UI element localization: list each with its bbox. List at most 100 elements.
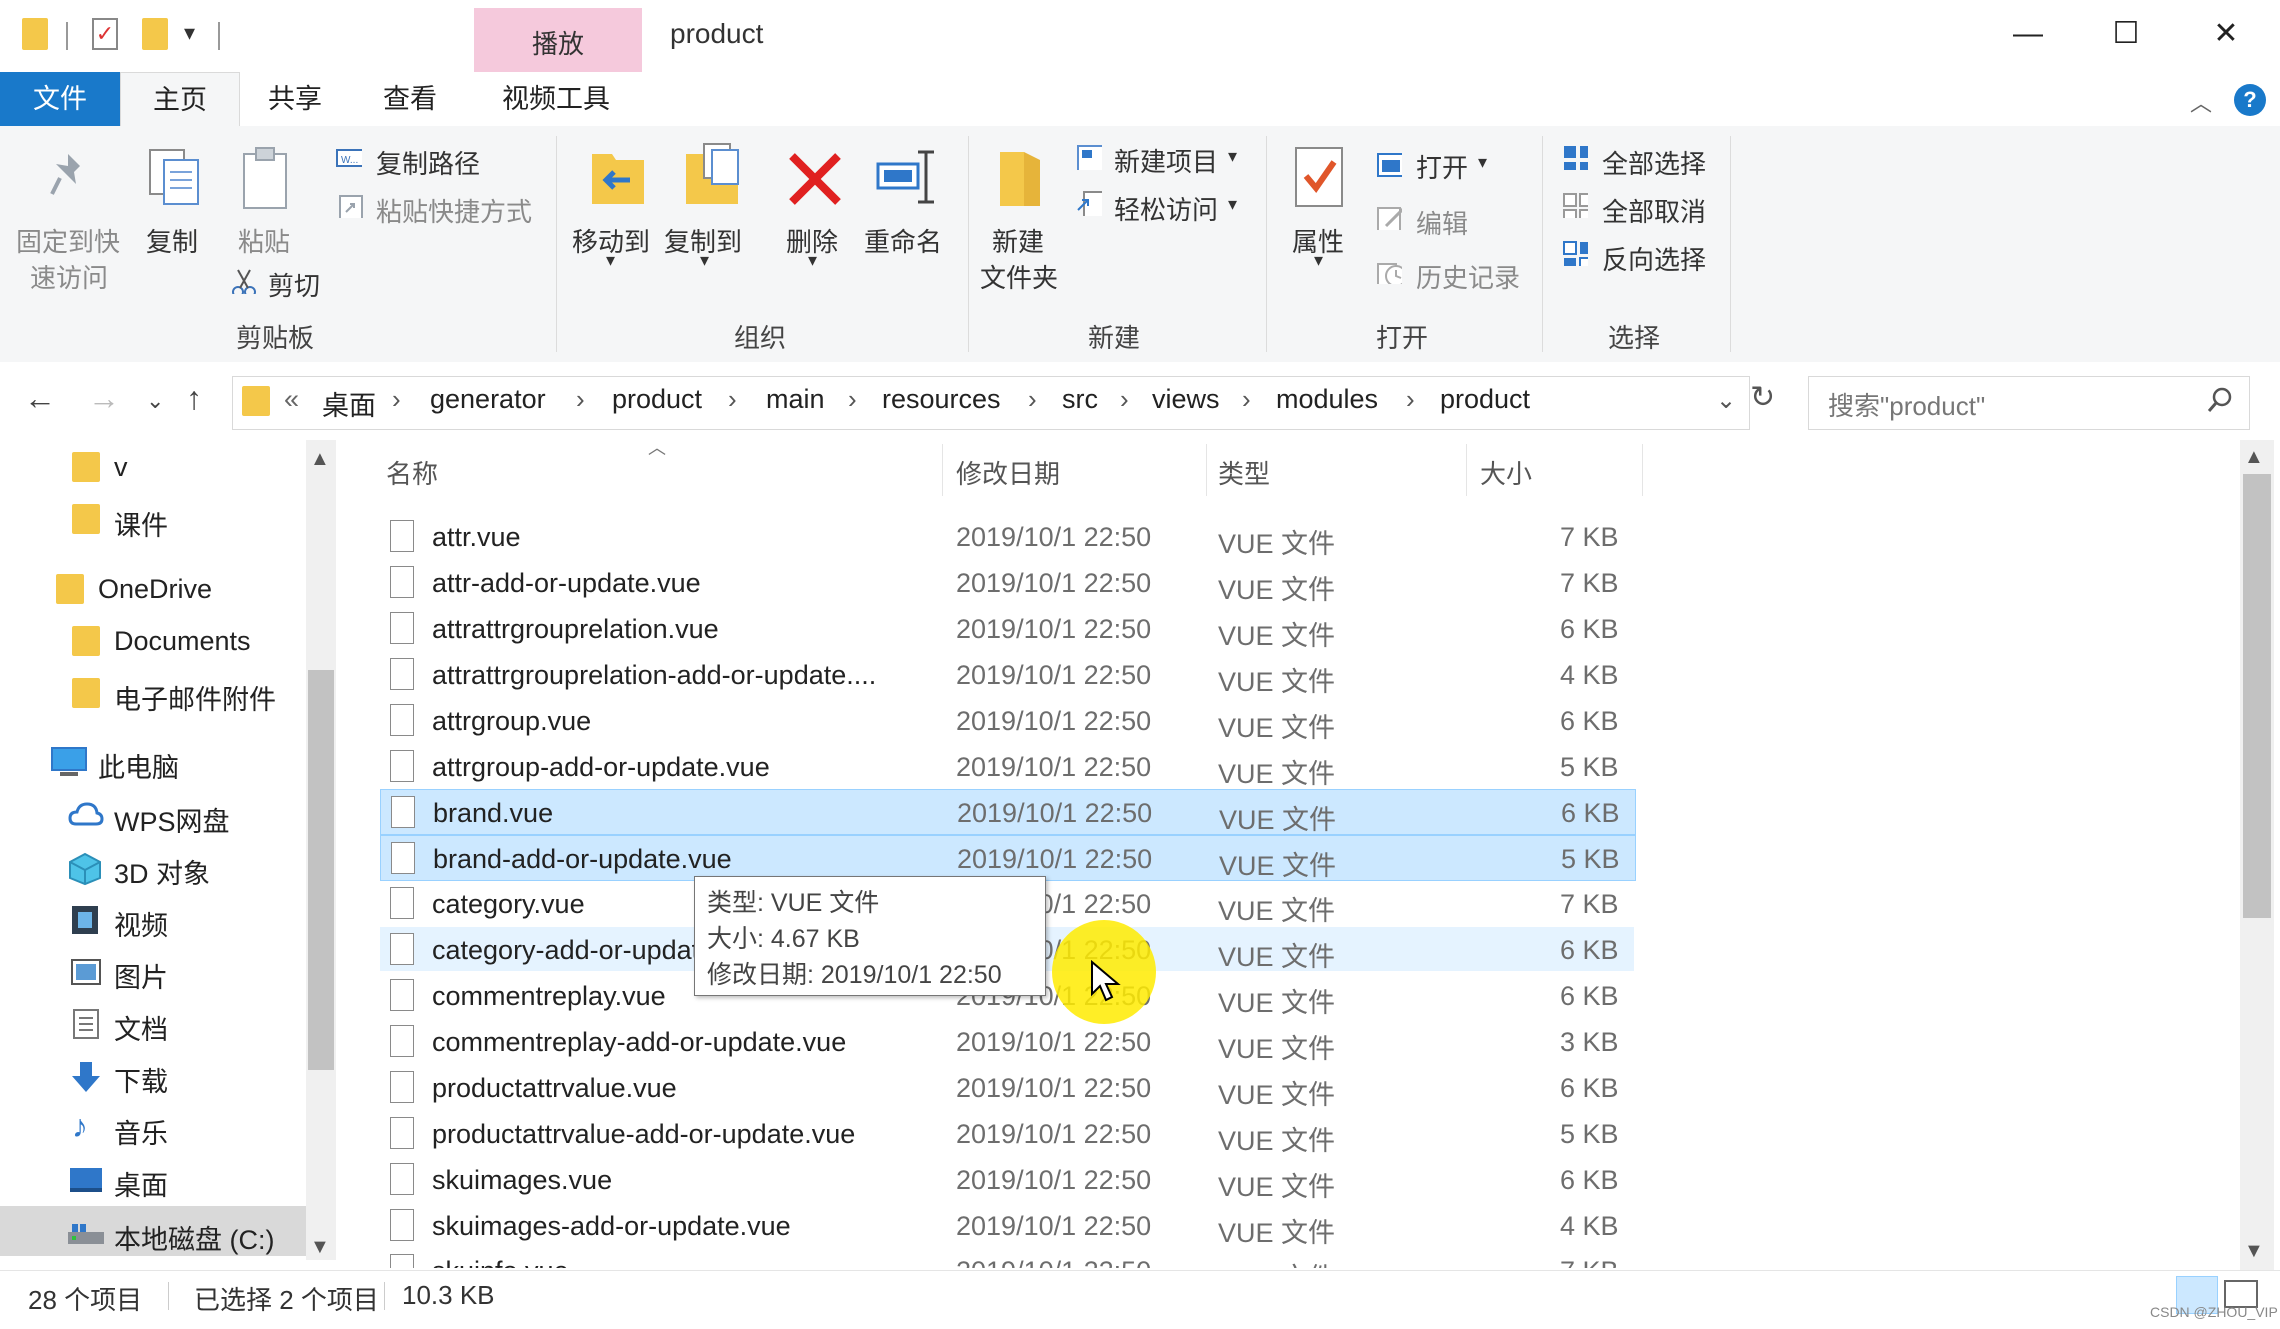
file-date: 2019/10/1 22:50 [956, 1256, 1151, 1268]
table-row[interactable]: attrgroup.vue 2019/10/1 22:50 VUE 文件 6 KB [380, 698, 1634, 743]
table-row[interactable]: productattrvalue.vue 2019/10/1 22:50 VUE 文… [380, 1065, 1634, 1110]
file-icon [390, 749, 414, 782]
file-icon [390, 1162, 414, 1195]
file-type: VUE 文件 [1219, 851, 1337, 882]
file-size: 6 KB [1560, 705, 1619, 736]
table-row[interactable]: productattrvalue-add-or-update.vue 2019/1… [380, 1111, 1634, 1156]
table-row[interactable]: attrattrgrouprelation-add-or-update.... 2… [380, 652, 1634, 697]
file-type: VUE 文件 [1218, 574, 1336, 605]
tooltip-type: 类型: VUE 文件 [707, 889, 880, 917]
file-name: skuinfo.vue [432, 1256, 569, 1268]
file-icon [390, 520, 414, 552]
file-type: VUE 文件 [1218, 1033, 1336, 1064]
status-item-count: 28 个项目 [28, 1285, 143, 1315]
file-type: VUE 文件 [1218, 620, 1336, 651]
separator [168, 1282, 169, 1310]
separator [384, 1282, 385, 1310]
file-type: VUE 文件 [1218, 666, 1336, 697]
file-size: 6 KB [1560, 981, 1619, 1011]
file-name: commentreplay-add-or-update.vue [432, 1026, 847, 1057]
file-name: attr-add-or-update.vue [432, 567, 701, 598]
watermark: CSDN @ZHOU_VIP [2150, 1304, 2278, 1320]
file-name: commentreplay.vue [432, 981, 666, 1011]
file-type: VUE 文件 [1219, 805, 1337, 836]
file-icon [390, 1254, 414, 1268]
file-date: 2019/10/1 22:50 [956, 751, 1152, 782]
file-size: 5 KB [1560, 751, 1619, 782]
file-name: category.vue [432, 889, 585, 920]
table-row[interactable]: attr-add-or-update.vue 2019/10/1 22:50 VUE… [380, 560, 1634, 605]
file-date: 2019/10/1 22:50 [956, 705, 1152, 736]
file-size: 5 KB [1560, 1118, 1619, 1149]
table-row[interactable]: brand-add-or-update.vue 2019/10/1 22:50 VU… [380, 835, 1636, 882]
file-name: attrgroup-add-or-update.vue [432, 751, 770, 782]
file-type: VUE 文件 [1218, 896, 1336, 927]
status-selected-size: 10.3 KB [402, 1280, 495, 1310]
file-size: 4 KB [1560, 659, 1619, 690]
file-date: 2019/10/1 22:50 [956, 567, 1152, 598]
file-type: VUE 文件 [1218, 1079, 1336, 1110]
file-date: 2019/10/1 22:50 [956, 1072, 1152, 1103]
file-name: brand-add-or-update.vue [433, 844, 732, 875]
file-name: attrattrgrouprelation-add-or-update.... [432, 659, 877, 690]
table-row[interactable]: skuimages.vue 2019/10/1 22:50 VUE 文件 6 KB [380, 1157, 1634, 1202]
file-date: 2019/10/1 22:50 [957, 844, 1153, 875]
file-size: 7 KB [1560, 1256, 1619, 1268]
table-row[interactable]: attrattrgrouprelation.vue 2019/10/1 22:50… [380, 606, 1634, 651]
table-row[interactable]: commentreplay-add-or-update.vue 2019/10/1… [380, 1019, 1634, 1064]
file-type: VUE 文件 [1218, 942, 1336, 973]
file-name: attrgroup.vue [432, 705, 592, 736]
file-date: 2019/10/1 22:50 [957, 798, 1153, 829]
file-size: 7 KB [1560, 889, 1619, 920]
file-icon [390, 1024, 414, 1057]
file-name: productattrvalue-add-or-update.vue [432, 1118, 856, 1149]
file-tooltip: 类型: VUE 文件 大小: 4.67 KB 修改日期: 2019/10/1 2… [694, 876, 1046, 996]
file-list-scroll-thumb[interactable] [2243, 474, 2271, 918]
file-size: 3 KB [1560, 1026, 1619, 1057]
file-icon [390, 657, 414, 690]
file-icon [390, 933, 414, 966]
tooltip-size: 大小: 4.67 KB [707, 925, 860, 953]
table-row[interactable]: attrgroup-add-or-update.vue 2019/10/1 22:… [380, 744, 1634, 789]
file-type: VUE 文件 [1218, 1256, 1335, 1268]
file-date: 2019/10/1 22:50 [956, 1164, 1152, 1195]
table-row[interactable]: skuimages-add-or-update.vue 2019/10/1 22:… [380, 1203, 1634, 1248]
file-name: attrattrgrouprelation.vue [432, 613, 719, 644]
file-type: VUE 文件 [1218, 1171, 1336, 1202]
file-date: 2019/10/1 22:50 [956, 659, 1152, 690]
file-date: 2019/10/1 22:50 [956, 1118, 1152, 1149]
mouse-cursor-icon [1091, 960, 1121, 1002]
file-size: 6 KB [1561, 798, 1620, 829]
file-type: VUE 文件 [1218, 758, 1336, 789]
file-icon [390, 887, 414, 920]
file-type: VUE 文件 [1218, 1217, 1336, 1248]
file-type: VUE 文件 [1218, 529, 1336, 559]
file-size: 4 KB [1560, 1210, 1619, 1241]
file-type: VUE 文件 [1218, 1125, 1336, 1156]
file-size: 7 KB [1560, 567, 1619, 598]
file-name: productattrvalue.vue [432, 1072, 677, 1103]
file-icon [390, 1116, 414, 1149]
table-row[interactable]: attr.vue 2019/10/1 22:50 VUE 文件 7 KB [380, 514, 1634, 559]
table-row[interactable]: brand.vue 2019/10/1 22:50 VUE 文件 6 KB [380, 789, 1636, 836]
file-icon [391, 842, 415, 875]
file-size: 6 KB [1560, 613, 1619, 644]
tooltip-date: 修改日期: 2019/10/1 22:50 [707, 961, 1002, 989]
file-list: attr.vue 2019/10/1 22:50 VUE 文件 7 KB attr-ad… [0, 0, 2240, 1268]
status-selected-count: 已选择 2 个项目 [194, 1285, 379, 1315]
scroll-up-icon[interactable]: ▲ [2244, 446, 2264, 469]
file-icon [390, 565, 414, 598]
file-date: 2019/10/1 22:50 [956, 522, 1152, 552]
file-date: 2019/10/1 22:50 [956, 1026, 1152, 1057]
file-type: VUE 文件 [1218, 988, 1336, 1018]
file-name: skuimages-add-or-update.vue [432, 1210, 791, 1241]
file-type: VUE 文件 [1218, 712, 1336, 743]
file-size: 6 KB [1560, 935, 1619, 966]
scroll-down-icon[interactable]: ▼ [2244, 1240, 2264, 1263]
file-size: 6 KB [1560, 1164, 1619, 1195]
file-icon [390, 1070, 414, 1103]
file-name: attr.vue [432, 522, 521, 552]
table-row[interactable]: skuinfo.vue 2019/10/1 22:50 VUE 文件 7 KB [380, 1248, 1634, 1268]
file-name: skuimages.vue [432, 1164, 613, 1195]
file-icon [390, 979, 414, 1011]
